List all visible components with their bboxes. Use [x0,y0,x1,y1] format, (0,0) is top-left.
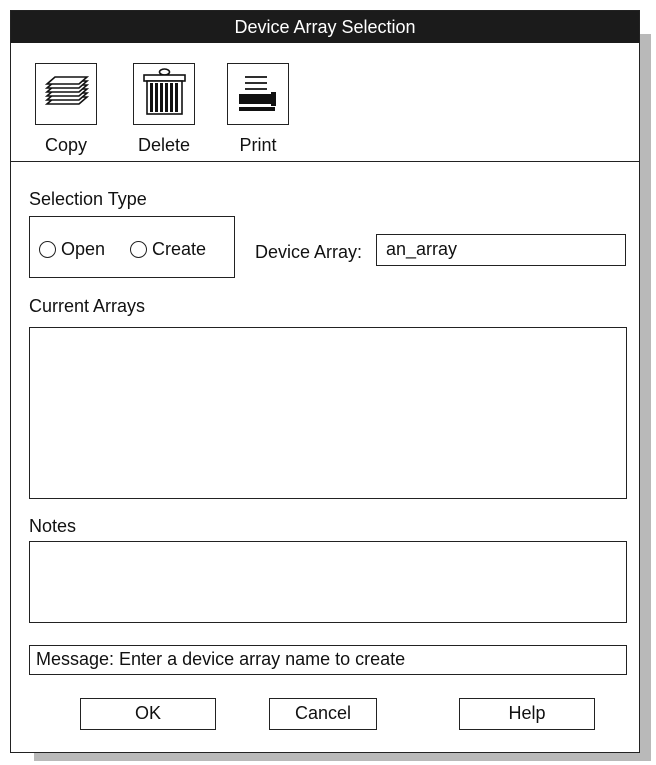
window-title: Device Array Selection [234,17,416,37]
notes-label: Notes [29,516,77,536]
open-radio[interactable]: Open [39,239,105,259]
print-button[interactable]: Print [213,63,303,163]
printer-icon [227,63,289,125]
device-array-input[interactable]: an_array [376,234,626,266]
toolbar-divider [11,161,639,162]
help-button[interactable]: Help [459,698,595,730]
create-radio[interactable]: Create [130,239,206,259]
copy-label: Copy [44,135,88,155]
selection-type-group: Open Create [29,216,235,278]
print-label: Print [239,135,277,155]
dialog-window: Device Array Selection Copy Delete Print… [10,10,640,753]
delete-button[interactable]: Delete [119,63,209,163]
notes-textarea[interactable] [29,541,627,623]
current-arrays-list[interactable] [29,327,627,499]
trash-icon [133,63,195,125]
message-field: Message: Enter a device array name to cr… [29,645,627,675]
device-array-label: Device Array: [255,242,363,262]
copy-button[interactable]: Copy [21,63,111,163]
open-radio-label: Open [61,238,106,259]
current-arrays-label: Current Arrays [29,296,146,316]
ok-button[interactable]: OK [80,698,216,730]
selection-type-label: Selection Type [29,189,147,209]
cancel-button[interactable]: Cancel [269,698,377,730]
create-radio-circle[interactable] [130,240,147,258]
open-radio-circle[interactable] [39,240,56,258]
title-bar: Device Array Selection [11,11,639,43]
copy-icon [35,63,97,125]
delete-label: Delete [137,135,191,155]
create-radio-label: Create [152,238,207,259]
